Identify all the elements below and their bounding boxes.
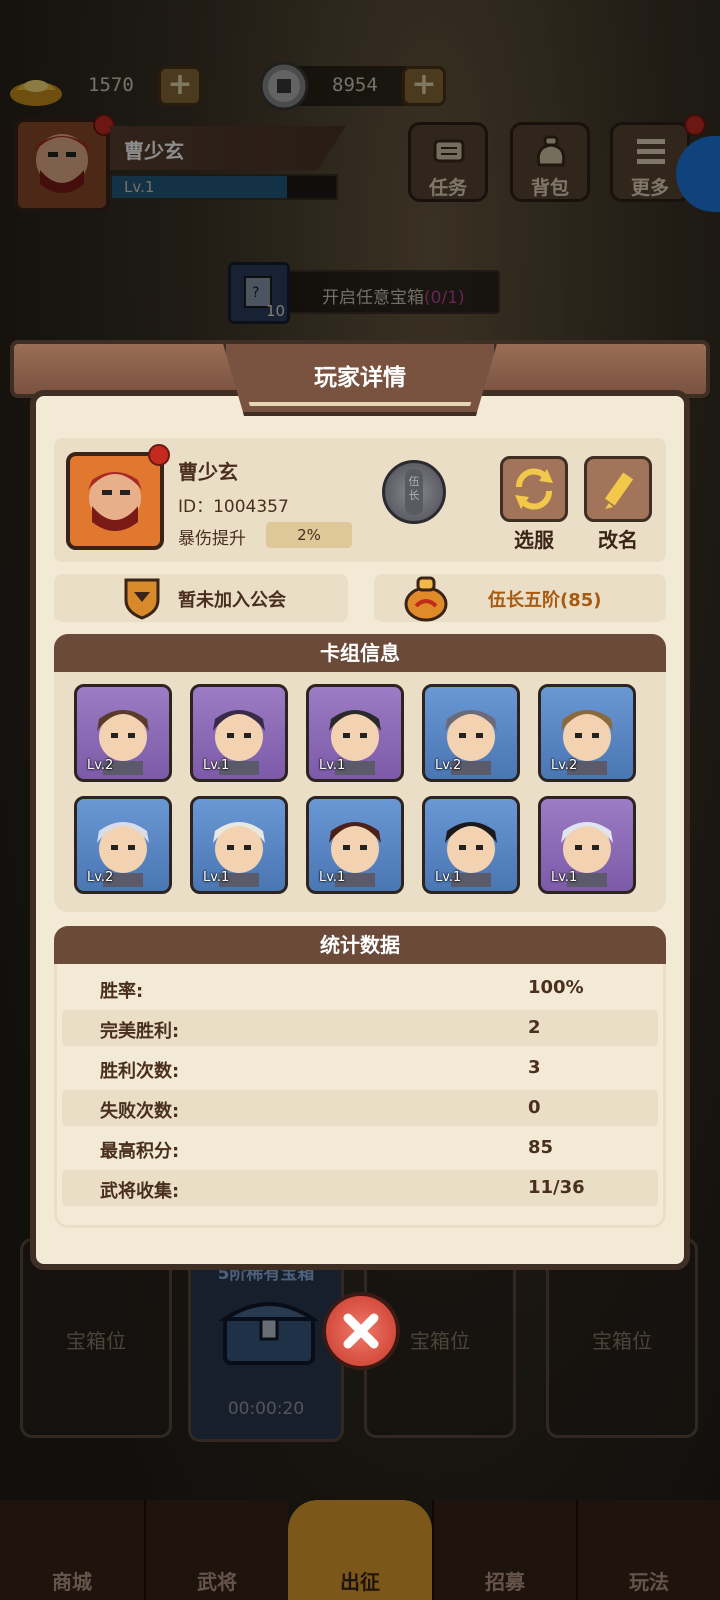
card-level: Lv.1 (551, 870, 578, 885)
deck-card[interactable]: Lv.1 (538, 796, 636, 894)
stat-value: 100% (528, 977, 584, 998)
rank-bag-icon (402, 572, 450, 626)
close-icon (343, 1313, 379, 1349)
stat-value: 0 (528, 1097, 541, 1118)
profile-avatar[interactable] (66, 452, 164, 550)
profile-name: 曹少玄 (178, 460, 238, 484)
card-level: Lv.1 (203, 870, 230, 885)
deck-title: 卡组信息 (54, 634, 666, 672)
deck-card[interactable]: Lv.2 (538, 684, 636, 782)
deck-card[interactable]: Lv.2 (422, 684, 520, 782)
card-level: Lv.1 (435, 870, 462, 885)
card-level: Lv.2 (551, 758, 578, 773)
switch-server-button[interactable] (500, 456, 568, 522)
profile-id: ID：1004357 (178, 497, 289, 517)
rank-badge-icon: 伍长 (382, 460, 446, 524)
crit-label: 暴伤提升 (178, 529, 246, 549)
stat-value: 85 (528, 1137, 554, 1158)
card-level: Lv.2 (87, 758, 114, 773)
stats-title: 统计数据 (54, 926, 666, 964)
refresh-icon (515, 468, 553, 510)
pencil-icon (604, 472, 634, 509)
deck-card[interactable]: Lv.1 (306, 796, 404, 894)
deck-grid: Lv.2 Lv.1 Lv.1 Lv.2 Lv.2 Lv.2 Lv.1 Lv.1 Lv.1 Lv.1 (74, 684, 654, 898)
card-level: Lv.1 (203, 758, 230, 773)
stat-row: 完美胜利: 2 (62, 1010, 658, 1046)
guild-status: 暂未加入公会 (178, 590, 286, 611)
stat-value: 11/36 (528, 1177, 585, 1198)
deck-card[interactable]: Lv.2 (74, 796, 172, 894)
stat-label: 武将收集: (100, 1181, 180, 1202)
deck-card[interactable]: Lv.1 (306, 684, 404, 782)
profile-notification-dot (148, 444, 170, 466)
deck-card[interactable]: Lv.1 (190, 796, 288, 894)
modal-title: 玩家详情 (314, 365, 406, 391)
close-modal-button[interactable] (322, 1292, 400, 1370)
stat-label: 失败次数: (100, 1101, 180, 1122)
stat-value: 3 (528, 1057, 541, 1078)
switch-server-label: 选服 (514, 528, 554, 552)
rename-label: 改名 (598, 528, 638, 552)
card-level: Lv.2 (435, 758, 462, 773)
rank-badge-text: 伍长 (405, 469, 423, 515)
stat-label: 完美胜利: (100, 1021, 180, 1042)
stat-row: 最高积分: 85 (62, 1130, 658, 1166)
stat-label: 胜利次数: (100, 1061, 180, 1082)
stat-row: 失败次数: 0 (62, 1090, 658, 1126)
card-level: Lv.1 (319, 870, 346, 885)
stat-row: 武将收集: 11/36 (62, 1170, 658, 1206)
deck-card[interactable]: Lv.1 (190, 684, 288, 782)
deck-card[interactable]: Lv.1 (422, 796, 520, 894)
rename-button[interactable] (584, 456, 652, 522)
stat-value: 2 (528, 1017, 541, 1038)
stat-label: 最高积分: (100, 1141, 180, 1162)
guild-shield-icon (122, 576, 162, 624)
stat-label: 胜率: (100, 981, 144, 1002)
card-level: Lv.1 (319, 758, 346, 773)
deck-card[interactable]: Lv.2 (74, 684, 172, 782)
crit-value: 2% (266, 522, 352, 548)
stat-row: 胜率: 100% (62, 970, 658, 1006)
stat-row: 胜利次数: 3 (62, 1050, 658, 1086)
rank-text: 伍长五阶(85) (488, 590, 602, 611)
card-level: Lv.2 (87, 870, 114, 885)
